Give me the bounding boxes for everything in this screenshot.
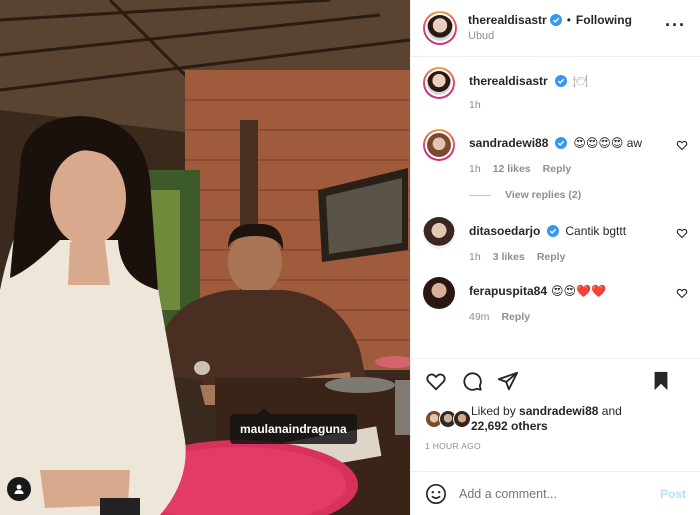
comment-avatar[interactable]: [423, 277, 455, 309]
share-paper-plane-icon[interactable]: [497, 370, 519, 392]
following-button[interactable]: Following: [576, 13, 632, 27]
replies-divider: [469, 194, 491, 196]
verified-badge-icon: [549, 14, 562, 26]
comment-avatar[interactable]: [423, 217, 455, 249]
verified-badge-icon: [555, 137, 568, 149]
post-comment-button[interactable]: Post: [660, 487, 686, 501]
verified-badge-icon: [554, 75, 567, 87]
comment-item: sandradewi88 😍😍😍😍 aw 1h 12 likes Reply: [423, 129, 688, 175]
comment-author[interactable]: ferapuspita84: [469, 284, 547, 298]
liked-by: Liked by sandradewi88 and 22,692 others: [411, 403, 700, 435]
post-photo[interactable]: maulanaindraguna: [0, 0, 410, 515]
like-comment-heart-icon[interactable]: [676, 139, 688, 151]
comment-input[interactable]: [459, 486, 660, 501]
comment-likes[interactable]: 3 likes: [493, 251, 525, 263]
post-header: therealdisastr • Following Ubud ···: [411, 0, 700, 57]
view-replies-label: View replies (2): [505, 189, 582, 201]
user-tags-button[interactable]: [7, 477, 31, 501]
more-horizontal-icon[interactable]: ···: [665, 16, 686, 34]
comment-bubble-icon[interactable]: [461, 370, 483, 392]
comment-likes[interactable]: 12 likes: [493, 163, 531, 175]
user-tag-icon: [14, 484, 24, 494]
comment-item: ferapuspita84 😍😍❤️❤️ 49m Reply: [423, 277, 688, 323]
saved-bookmark-icon[interactable]: [650, 370, 672, 392]
author-username[interactable]: therealdisastr: [468, 13, 547, 27]
caption-time[interactable]: 1h: [469, 99, 481, 111]
comment-time[interactable]: 49m: [469, 311, 489, 323]
caption-avatar[interactable]: [423, 67, 455, 99]
verified-badge-icon: [547, 225, 560, 237]
liked-by-avatars[interactable]: [425, 410, 471, 428]
caption-text: 🍽: [572, 74, 588, 88]
caption-author[interactable]: therealdisastr: [469, 74, 548, 88]
comments-list[interactable]: therealdisastr 🍽 1h sandradewi88 😍😍😍😍 aw 1…: [411, 57, 700, 357]
reply-button[interactable]: Reply: [501, 311, 530, 323]
separator-dot: •: [566, 13, 571, 27]
like-heart-icon[interactable]: [425, 370, 447, 392]
comment-item: ditasoedarjo Cantik bgttt 1h 3 likes Reply: [423, 217, 688, 263]
view-replies-button[interactable]: View replies (2): [469, 189, 688, 201]
comment-time[interactable]: 1h: [469, 163, 481, 175]
reply-button[interactable]: Reply: [543, 163, 572, 175]
liked-by-user[interactable]: sandradewi88: [519, 404, 598, 418]
reply-button[interactable]: Reply: [537, 251, 566, 263]
action-icons: [411, 359, 700, 403]
post-time-ago[interactable]: 1 HOUR AGO: [411, 435, 700, 451]
caption: therealdisastr 🍽 1h: [423, 67, 688, 125]
liked-by-others[interactable]: 22,692 others: [471, 419, 548, 433]
post-side-panel: therealdisastr • Following Ubud ··· therea…: [410, 0, 700, 515]
location-link[interactable]: Ubud: [468, 28, 632, 44]
comment-text: 😍😍❤️❤️: [551, 284, 606, 298]
comment-author[interactable]: ditasoedarjo: [469, 224, 540, 238]
comment-author[interactable]: sandradewi88: [469, 136, 548, 150]
add-comment-bar: Post: [411, 471, 700, 515]
comment-text: 😍😍😍😍 aw: [573, 136, 643, 150]
comment-avatar[interactable]: [423, 129, 455, 161]
comment-time[interactable]: 1h: [469, 251, 481, 263]
like-comment-heart-icon[interactable]: [676, 287, 688, 299]
liked-by-prefix: Liked by: [471, 404, 516, 418]
author-avatar[interactable]: [423, 11, 457, 45]
liked-by-and: and: [601, 404, 622, 418]
emoji-smile-icon[interactable]: [425, 483, 447, 505]
tagged-user-label[interactable]: maulanaindraguna: [230, 408, 357, 444]
comment-text: Cantik bgttt: [565, 224, 627, 238]
like-comment-heart-icon[interactable]: [676, 227, 688, 239]
